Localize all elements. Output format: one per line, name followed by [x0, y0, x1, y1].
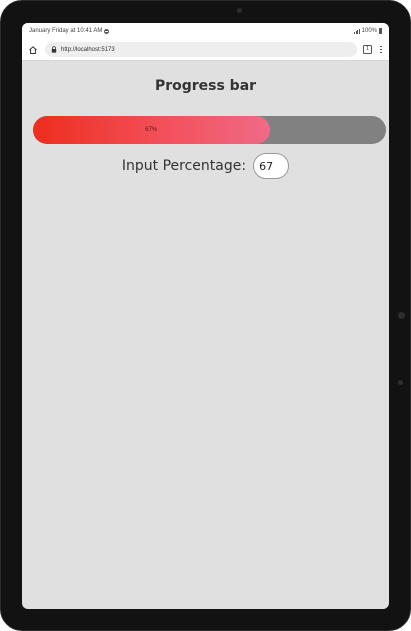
- page-title: Progress bar: [154, 78, 257, 94]
- menu-icon[interactable]: [378, 45, 384, 55]
- url-text: http://localhost:5173: [61, 46, 115, 53]
- url-bar[interactable]: http://localhost:5173: [45, 42, 357, 57]
- progress-label: 67%: [145, 127, 158, 133]
- side-button-power: [398, 312, 405, 319]
- percentage-input-row: Input Percentage:: [22, 153, 389, 179]
- status-bar: January Friday at 10:41 AM 100%: [22, 23, 389, 39]
- progress-bar: 67%: [33, 116, 386, 144]
- lock-icon: [51, 46, 57, 53]
- side-button-volume: [398, 380, 403, 385]
- percentage-input[interactable]: [253, 153, 290, 179]
- tabs-icon[interactable]: 1: [363, 45, 372, 54]
- status-right: 100%: [354, 28, 382, 34]
- status-time: January Friday at 10:41 AM: [29, 28, 103, 34]
- battery-icon: [379, 28, 382, 34]
- browser-toolbar: http://localhost:5173 1: [22, 39, 389, 61]
- dnd-icon: [104, 28, 110, 34]
- percentage-label: Input Percentage:: [121, 158, 247, 174]
- battery-percent: 100%: [361, 28, 377, 34]
- signal-icon: [354, 28, 360, 34]
- screen: January Friday at 10:41 AM 100% http://l…: [22, 23, 389, 609]
- home-icon[interactable]: [27, 44, 39, 56]
- camera-dot: [237, 8, 242, 13]
- status-left: January Friday at 10:41 AM: [29, 28, 110, 34]
- tablet-frame: January Friday at 10:41 AM 100% http://l…: [0, 0, 411, 631]
- progress-fill: 67%: [33, 116, 270, 144]
